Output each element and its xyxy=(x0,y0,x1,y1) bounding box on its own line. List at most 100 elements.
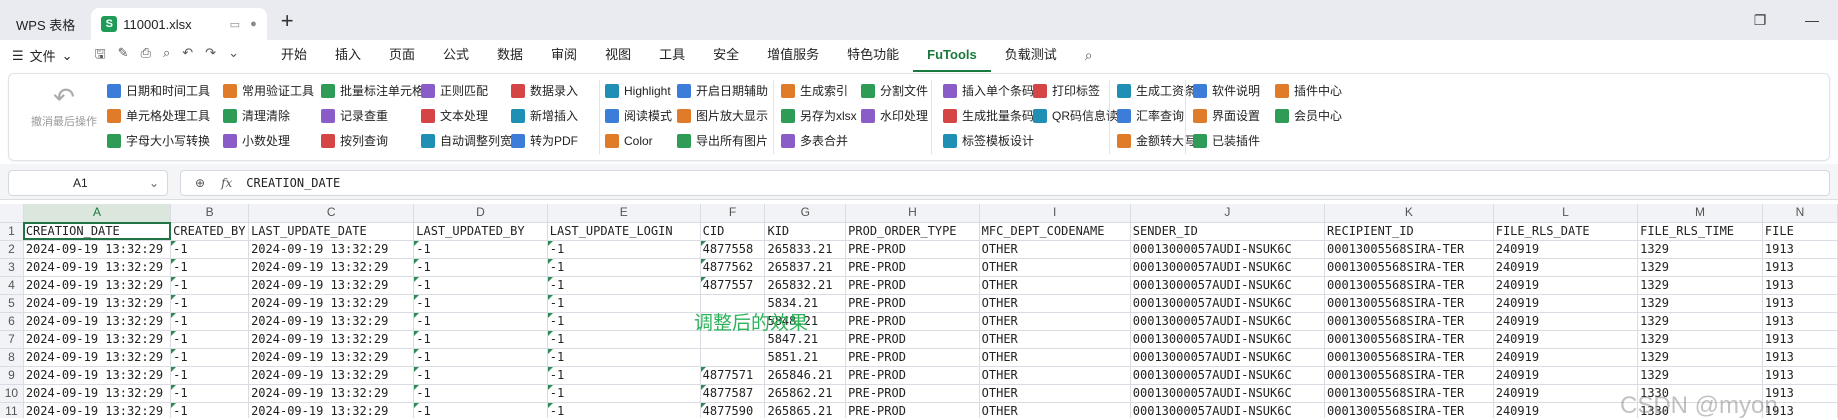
formula-input[interactable]: ⊕ fx CREATION_DATE xyxy=(180,170,1830,196)
cell[interactable]: 00013005568SIRA-TER xyxy=(1324,348,1494,367)
ribbon-button[interactable]: 生成索引 xyxy=(781,80,857,101)
ribbon-button[interactable]: 常用验证工具 xyxy=(223,80,314,101)
ribbon-button[interactable]: 多表合并 xyxy=(781,130,857,151)
restore-icon[interactable]: ❐ xyxy=(1734,0,1786,40)
undo-last-button[interactable]: ↶ 撤消最后操作 xyxy=(19,82,109,129)
ribbon-button[interactable]: 正则匹配 xyxy=(421,80,512,101)
cell[interactable]: 00013005568SIRA-TER xyxy=(1324,402,1494,418)
column-header[interactable]: I xyxy=(979,204,1131,223)
column-header[interactable]: J xyxy=(1130,204,1326,223)
column-header[interactable]: E xyxy=(547,204,701,223)
cell[interactable]: 240919 xyxy=(1493,276,1639,295)
column-header[interactable]: K xyxy=(1324,204,1494,223)
column-header[interactable]: M xyxy=(1637,204,1763,223)
ribbon-button[interactable]: 字母大小写转换 xyxy=(107,130,210,151)
cell[interactable]: -1 xyxy=(170,330,250,349)
ribbon-button[interactable]: 数据录入 xyxy=(511,80,578,101)
select-all-corner[interactable] xyxy=(0,204,24,223)
cell[interactable]: 00013005568SIRA-TER xyxy=(1324,384,1494,403)
cell[interactable]: FILE_RLS_TIME xyxy=(1637,222,1763,241)
row-header[interactable]: 7 xyxy=(0,330,24,349)
cell[interactable]: 00013000057AUDI-NSUK6C xyxy=(1130,258,1326,277)
cell[interactable]: CREATION_DATE xyxy=(23,222,172,241)
tab-3[interactable]: 公式 xyxy=(429,39,483,72)
cell[interactable]: PRE-PROD xyxy=(845,402,980,418)
row-header[interactable]: 9 xyxy=(0,366,24,385)
cell[interactable]: 00013005568SIRA-TER xyxy=(1324,294,1494,313)
file-menu[interactable]: ☰ 文件 ⌄ xyxy=(12,46,73,65)
cell[interactable]: 4877558 xyxy=(700,240,766,259)
ribbon-button[interactable]: 插件中心 xyxy=(1275,80,1342,101)
more-icon[interactable]: ⌄ xyxy=(228,45,239,67)
cell[interactable]: -1 xyxy=(170,240,250,259)
cell[interactable]: 265832.21 xyxy=(764,276,847,295)
cell[interactable]: SENDER_ID xyxy=(1130,222,1326,241)
column-header[interactable]: G xyxy=(764,204,847,223)
cell[interactable]: 1329 xyxy=(1637,348,1763,367)
cell[interactable]: -1 xyxy=(413,312,548,331)
cell[interactable]: 2024-09-19 13:32:29 xyxy=(248,276,415,295)
cell[interactable]: OTHER xyxy=(979,330,1131,349)
cell[interactable]: CID xyxy=(700,222,766,241)
cell[interactable]: 1913 xyxy=(1762,294,1838,313)
cell[interactable]: PROD_ORDER_TYPE xyxy=(845,222,980,241)
ribbon-button[interactable]: 阅读模式 xyxy=(605,105,672,126)
fx-icon[interactable]: fx xyxy=(221,176,232,190)
cell[interactable]: -1 xyxy=(170,276,250,295)
cell[interactable]: OTHER xyxy=(979,366,1131,385)
cell[interactable]: 4877562 xyxy=(700,258,766,277)
cell[interactable]: 4877587 xyxy=(700,384,766,403)
cell[interactable]: 240919 xyxy=(1493,240,1639,259)
cell[interactable]: 00013000057AUDI-NSUK6C xyxy=(1130,240,1326,259)
cell[interactable]: -1 xyxy=(170,348,250,367)
column-header[interactable]: C xyxy=(248,204,415,223)
cell[interactable]: 2024-09-19 13:32:29 xyxy=(23,330,172,349)
cell[interactable]: 2024-09-19 13:32:29 xyxy=(248,348,415,367)
ribbon-button[interactable]: 分割文件 xyxy=(861,80,928,101)
cell[interactable]: 240919 xyxy=(1493,294,1639,313)
row-header[interactable]: 4 xyxy=(0,276,24,295)
cell[interactable]: OTHER xyxy=(979,240,1131,259)
cell[interactable]: -1 xyxy=(547,258,701,277)
ribbon-button[interactable]: 软件说明 xyxy=(1193,80,1260,101)
cell[interactable]: PRE-PROD xyxy=(845,312,980,331)
row-header[interactable]: 2 xyxy=(0,240,24,259)
cell[interactable]: -1 xyxy=(547,312,701,331)
cell[interactable]: -1 xyxy=(547,294,701,313)
ribbon-button[interactable]: 标签模板设计 xyxy=(943,130,1034,151)
row-header[interactable]: 8 xyxy=(0,348,24,367)
cell[interactable]: -1 xyxy=(413,402,548,418)
cell[interactable]: -1 xyxy=(547,366,701,385)
ribbon-button[interactable]: 会员中心 xyxy=(1275,105,1342,126)
cell[interactable]: PRE-PROD xyxy=(845,366,980,385)
cell[interactable]: 00013005568SIRA-TER xyxy=(1324,276,1494,295)
cell[interactable]: CREATED_BY xyxy=(170,222,250,241)
cell[interactable]: -1 xyxy=(413,330,548,349)
sheet-table[interactable]: ABCDEFGHIJKLMN 1 CREATION_DATE CREATED_BY L… xyxy=(0,204,1838,418)
cell[interactable]: 00013005568SIRA-TER xyxy=(1324,330,1494,349)
tab-file[interactable]: S 110001.xlsx ▭ ● xyxy=(91,8,267,40)
cell[interactable]: 2024-09-19 13:32:29 xyxy=(248,294,415,313)
cell[interactable]: 00013000057AUDI-NSUK6C xyxy=(1130,366,1326,385)
column-header[interactable]: D xyxy=(413,204,548,223)
cell[interactable]: -1 xyxy=(413,348,548,367)
cell[interactable]: -1 xyxy=(170,366,250,385)
cell[interactable]: -1 xyxy=(413,384,548,403)
cell[interactable]: 240919 xyxy=(1493,330,1639,349)
zoom-icon[interactable]: ⊕ xyxy=(195,176,205,190)
cell[interactable]: 00013005568SIRA-TER xyxy=(1324,240,1494,259)
cell[interactable]: 1329 xyxy=(1637,312,1763,331)
ribbon-button[interactable]: 记录查重 xyxy=(321,105,424,126)
undo-icon[interactable]: ↶ xyxy=(182,45,193,67)
ribbon-button[interactable]: 界面设置 xyxy=(1193,105,1260,126)
ribbon-button[interactable]: 批量标注单元格 xyxy=(321,80,424,101)
tab-0[interactable]: 开始 xyxy=(267,39,321,72)
row-header[interactable]: 5 xyxy=(0,294,24,313)
cell[interactable]: 240919 xyxy=(1493,366,1639,385)
ribbon-button[interactable]: 单元格处理工具 xyxy=(107,105,210,126)
cell[interactable]: PRE-PROD xyxy=(845,330,980,349)
ribbon-button[interactable]: 生成批量条码 xyxy=(943,105,1034,126)
cell[interactable]: -1 xyxy=(547,240,701,259)
ribbon-button[interactable]: 新增插入 xyxy=(511,105,578,126)
cell[interactable]: OTHER xyxy=(979,312,1131,331)
